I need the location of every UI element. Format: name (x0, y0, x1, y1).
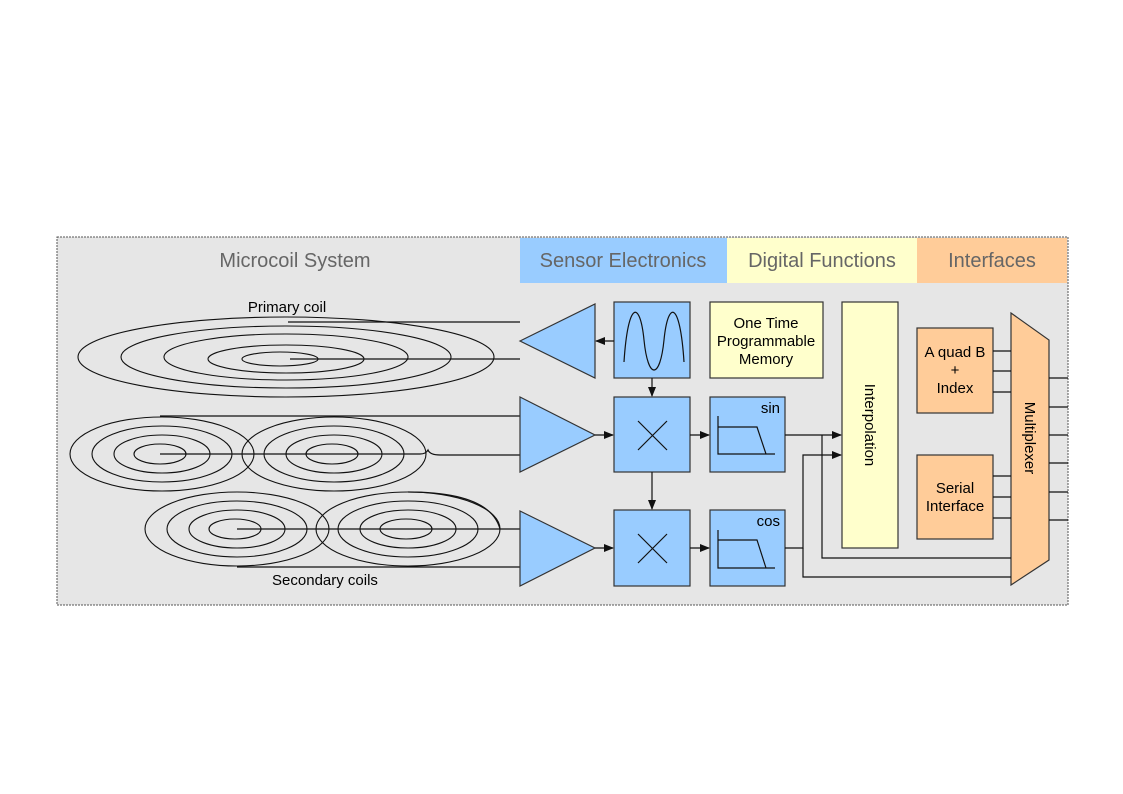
aquadb-label-2: + (951, 362, 960, 379)
otp-label-1: One Time (733, 315, 798, 332)
multiplexer-label: Multiplexer (1021, 402, 1038, 475)
sin-label: sin (761, 400, 780, 417)
cos-label: cos (757, 513, 780, 530)
digital-header: Digital Functions (748, 250, 896, 272)
otp-label-2: Programmable (717, 333, 815, 350)
aquadb-label-1: A quad B (925, 344, 986, 361)
serial-interface-block (916, 454, 994, 540)
secondary-coils-label: Secondary coils (272, 572, 378, 589)
otp-label-3: Memory (739, 351, 794, 368)
aquadb-label-3: Index (937, 380, 974, 397)
serial-label-1: Serial (936, 480, 974, 497)
microcoil-header: Microcoil System (219, 250, 370, 272)
serial-label-2: Interface (926, 498, 984, 515)
block-diagram: Microcoil System Sensor Electronics Digi… (56, 236, 1069, 606)
interfaces-header: Interfaces (948, 250, 1036, 272)
sensor-header: Sensor Electronics (540, 250, 707, 272)
primary-coil-label: Primary coil (248, 299, 326, 316)
interpolation-label: Interpolation (861, 384, 878, 467)
